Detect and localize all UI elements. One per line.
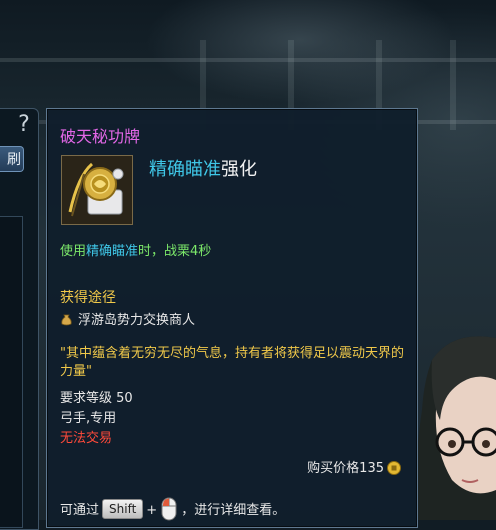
shift-key-icon: Shift xyxy=(102,499,144,519)
item-effect: 使用精确瞄准时，战栗4秒 xyxy=(60,240,211,259)
skill-enhancement-title: 精确瞄准强化 xyxy=(149,155,257,181)
mouse-icon xyxy=(161,497,177,521)
skill-name: 精确瞄准 xyxy=(149,159,221,180)
item-tooltip: 破天秘功牌 精确瞄准强化 使用精确瞄准时，战栗4秒 获得途径 浮游岛势力交换商人… xyxy=(46,108,418,528)
character-portrait xyxy=(412,336,496,520)
left-window-list xyxy=(0,216,23,528)
background-post xyxy=(450,40,456,130)
price-label: 购买价格135 xyxy=(307,461,384,476)
background-rail xyxy=(0,58,496,62)
item-lore-quote: "其中蕴含着无穷无尽的气息，持有者将获得足以震动天界的力量" xyxy=(60,346,404,379)
level-requirement: 要求等级 50 xyxy=(60,391,133,406)
hint-prefix: 可通过 xyxy=(60,503,100,518)
trade-restriction: 无法交易 xyxy=(60,431,113,446)
money-bag-icon xyxy=(61,314,72,326)
hint-plus: + xyxy=(146,503,158,518)
left-window-tab-button[interactable]: 刷 xyxy=(0,146,24,172)
hint-suffix: ，进行详细查看。 xyxy=(181,503,286,518)
item-name: 破天秘功牌 xyxy=(60,127,141,146)
item-plaque-icon xyxy=(61,155,133,225)
purchase-price: 购买价格135 xyxy=(307,457,401,476)
skill-suffix: 强化 xyxy=(221,159,257,180)
class-requirement: 弓手,专用 xyxy=(60,411,117,426)
source-vendor-row: 浮游岛势力交换商人 xyxy=(60,309,195,328)
source-title: 获得途径 xyxy=(60,290,116,306)
effect-prefix: 使用 xyxy=(60,244,87,259)
effect-suffix: 时，战栗4秒 xyxy=(138,244,212,259)
coin-icon xyxy=(387,461,401,475)
source-vendor: 浮游岛势力交换商人 xyxy=(78,313,196,328)
detail-view-hint: 可通过 Shift + ，进行详细查看。 xyxy=(60,497,285,521)
help-icon[interactable]: ? xyxy=(14,113,34,137)
effect-skill: 精确瞄准 xyxy=(86,244,139,259)
